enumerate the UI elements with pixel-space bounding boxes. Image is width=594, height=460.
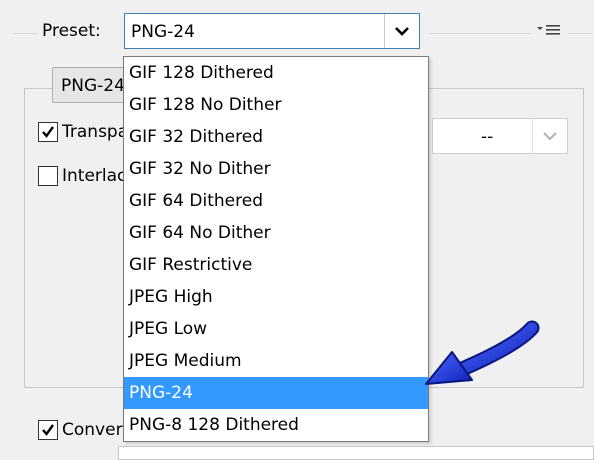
group-line-right-end — [568, 33, 592, 34]
checkmark-icon — [42, 126, 54, 138]
preset-option[interactable]: JPEG High — [124, 281, 428, 313]
preset-option[interactable]: GIF 128 No Dither — [124, 89, 428, 121]
preset-option[interactable]: JPEG Medium — [124, 345, 428, 377]
preset-option[interactable]: GIF 64 No Dither — [124, 217, 428, 249]
preset-value: PNG-24 — [131, 22, 195, 42]
convert-checkbox[interactable] — [38, 420, 58, 440]
preset-options: GIF 128 Dithered GIF 128 No Dither GIF 32 … — [124, 57, 428, 441]
metadata-field[interactable] — [118, 446, 594, 460]
matte-select[interactable]: -- — [432, 118, 568, 154]
chevron-down-icon — [395, 27, 409, 36]
preset-label: Preset: — [42, 21, 101, 41]
preset-option[interactable]: GIF 128 Dithered — [124, 57, 428, 89]
preset-option[interactable]: PNG-24 — [124, 377, 428, 409]
preset-option[interactable]: PNG-8 128 Dithered — [124, 409, 428, 441]
matte-value: -- — [481, 127, 494, 147]
preset-select[interactable]: PNG-24 — [124, 13, 420, 49]
preset-option[interactable]: GIF Restrictive — [124, 249, 428, 281]
matte-dropdown-button[interactable] — [532, 119, 567, 153]
flyout-menu-glyph — [537, 25, 560, 35]
chevron-down-icon — [543, 132, 557, 141]
transparency-checkbox[interactable] — [38, 122, 58, 142]
preset-option[interactable]: GIF 32 Dithered — [124, 121, 428, 153]
preset-option[interactable]: JPEG Low — [124, 313, 428, 345]
checkmark-icon — [42, 424, 54, 436]
group-line-left — [14, 33, 38, 34]
preset-dropdown-list[interactable]: GIF 128 Dithered GIF 128 No Dither GIF 32 … — [123, 56, 429, 442]
blue-arrow-icon — [425, 320, 540, 385]
group-line-right — [430, 33, 530, 34]
preset-option[interactable]: GIF 64 Dithered — [124, 185, 428, 217]
preset-option[interactable]: GIF 32 No Dither — [124, 153, 428, 185]
flyout-menu-icon[interactable] — [534, 17, 564, 43]
format-value: PNG-24 — [61, 76, 125, 96]
preset-dropdown-button[interactable] — [384, 14, 419, 48]
interlaced-checkbox[interactable] — [38, 166, 58, 186]
